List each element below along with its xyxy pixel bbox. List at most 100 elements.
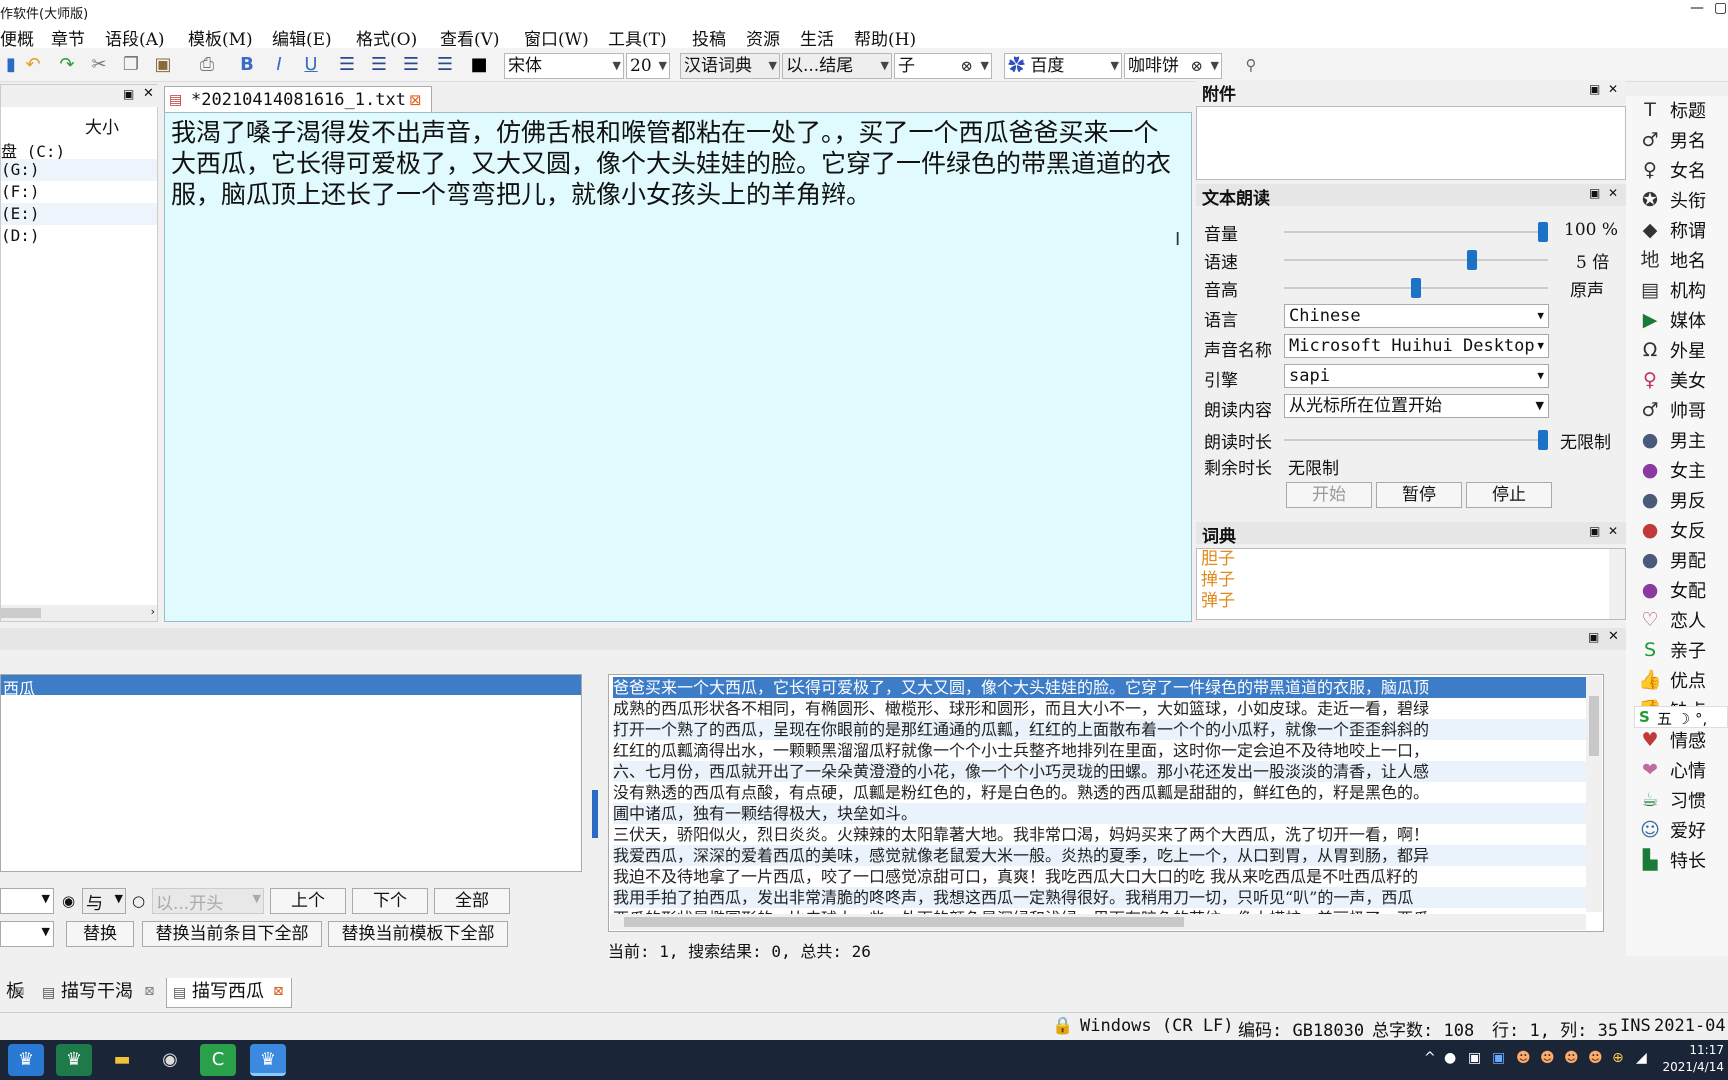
attachments-list[interactable] [1196, 106, 1626, 180]
float-icon[interactable]: ▣ [1589, 524, 1600, 538]
menu-item[interactable]: 格式(O) [356, 25, 417, 50]
tag-item[interactable]: ☕ 习惯 [1638, 786, 1728, 816]
pitch-slider[interactable] [1284, 278, 1548, 298]
tag-item[interactable]: ● 女反 [1638, 516, 1728, 546]
file-explorer-icon[interactable]: ▬ [104, 1044, 140, 1076]
template-tab[interactable]: 板 ⊠ [0, 978, 32, 1008]
slider-thumb[interactable] [1467, 250, 1477, 270]
tray-app-icon[interactable]: ▣ [1468, 1050, 1481, 1066]
editor-content[interactable]: 我渴了嗓子渴得发不出声音，仿佛舌根和喉管都粘在一处了。，买了一个西瓜爸爸买来一个… [171, 117, 1181, 210]
tray-app-icon[interactable]: ▣ [1492, 1050, 1505, 1066]
tag-item[interactable]: ▙ 特长 [1638, 846, 1728, 876]
undo-icon[interactable]: ↶ [22, 54, 44, 76]
chevron-right-icon[interactable]: › [151, 605, 155, 618]
match-mode-select[interactable]: 以...结尾 ▼ [782, 53, 892, 79]
menu-item[interactable]: 便概 [0, 25, 34, 50]
horizontal-scrollbar[interactable]: › [1, 605, 157, 621]
close-tab-icon[interactable]: ⊠ [409, 91, 422, 109]
tag-item[interactable]: ▶ 媒体 [1638, 306, 1728, 336]
preview-line[interactable]: 爸爸买来一个大西瓜，它长得可爱极了，又大又圆，像个大头娃娃的脸。它穿了一件绿色的… [613, 677, 1593, 698]
tag-item[interactable]: ♥ 情感 [1638, 726, 1728, 756]
drive-item[interactable]: (E:) [1, 203, 157, 225]
app-c-icon[interactable]: C [200, 1044, 236, 1076]
print-icon[interactable]: ⎙ [196, 54, 218, 76]
prev-button[interactable]: 上个 [270, 888, 346, 914]
ime-toolbar[interactable]: S 五 ☽ °, [1634, 706, 1728, 728]
scroll-thumb[interactable] [1589, 696, 1599, 756]
tag-item[interactable]: ♀ 美女 [1638, 366, 1728, 396]
volume-slider[interactable] [1284, 222, 1548, 242]
start-button[interactable]: 开始 [1286, 482, 1372, 508]
italic-icon[interactable]: I [268, 54, 290, 76]
drive-item[interactable]: 盘 (C:) [1, 137, 157, 161]
menu-item[interactable]: 章节 [51, 25, 85, 50]
slider-thumb[interactable] [1411, 278, 1421, 298]
slider-thumb[interactable] [1538, 222, 1548, 242]
tag-item[interactable]: ♡ 恋人 [1638, 606, 1728, 636]
menu-item[interactable]: 编辑(E) [272, 25, 332, 50]
maximize-button[interactable]: ▢ [1714, 0, 1727, 16]
next-button[interactable]: 下个 [352, 888, 428, 914]
menu-item[interactable]: 语段(A) [105, 25, 165, 50]
menu-item[interactable]: 查看(V) [440, 25, 500, 50]
replace-item-button[interactable]: 替换当前条目下全部 [142, 921, 322, 947]
preview-line[interactable]: 红红的瓜瓤滴得出水，一颗颗黑溜溜瓜籽就像一个个小士兵整齐地排列在里面，这时你一定… [613, 740, 1593, 761]
minimize-button[interactable]: — [1690, 0, 1704, 16]
search-result-list[interactable]: 西瓜 [0, 674, 582, 872]
close-icon[interactable]: ✕ [1608, 186, 1618, 200]
cut-icon[interactable]: ✂ [88, 54, 110, 76]
engine-select[interactable]: sapi ▼ [1284, 364, 1549, 388]
dictionary-select[interactable]: 汉语词典 ▼ [680, 53, 780, 79]
dictionary-entry[interactable]: 弹子 [1201, 591, 1235, 612]
preview-line[interactable]: 成熟的西瓜形状各不相同，有椭圆形、橄榄形、球形和圆形，而且大小不一，大如篮球，小… [613, 698, 1593, 719]
tray-app-icon[interactable]: ☻ [1588, 1050, 1603, 1066]
close-tab-icon[interactable]: ⊠ [14, 978, 25, 1006]
menu-item[interactable]: 窗口(W) [524, 25, 589, 50]
tag-item[interactable]: Ω 外星 [1638, 336, 1728, 366]
match-mode-select[interactable]: 以...开头 ▼ [152, 888, 264, 914]
tag-item[interactable]: ❤ 心情 [1638, 756, 1728, 786]
close-icon[interactable]: ✕ [1608, 82, 1618, 96]
font-select[interactable]: 宋体 ▼ [504, 53, 624, 79]
close-icon[interactable]: ✕ [1608, 629, 1619, 644]
align-left-icon[interactable]: ☰ [336, 54, 358, 76]
radio-and[interactable]: ◉ [62, 892, 75, 910]
save-icon[interactable]: ▮ [0, 54, 22, 76]
preview-line[interactable]: 六、七月份，西瓜就开出了一朵朵黄澄澄的小花，像一个个小巧灵珑的田螺。那小花还发出… [613, 761, 1593, 782]
scroll-thumb[interactable] [624, 917, 1184, 927]
replace-field-select[interactable]: ▼ [0, 921, 54, 947]
align-center-icon[interactable]: ☰ [368, 54, 390, 76]
tag-item[interactable]: ☺ 爱好 [1638, 816, 1728, 846]
tray-app-icon[interactable]: ⊕ [1612, 1050, 1624, 1066]
replace-template-button[interactable]: 替换当前模板下全部 [328, 921, 508, 947]
drive-item[interactable]: (D:) [1, 225, 157, 247]
app-crown-green-icon[interactable]: ♛ [56, 1044, 92, 1076]
tag-item[interactable]: ● 男配 [1638, 546, 1728, 576]
search-char-input[interactable]: 子 ⊗ ▼ [894, 53, 992, 79]
read-content-select[interactable]: 从光标所在位置开始 ▼ [1284, 394, 1549, 418]
dictionary-entry[interactable]: 胆子 [1201, 549, 1235, 570]
preview-line[interactable]: 没有熟透的西瓜有点酸，有点硬，瓜瓤是粉红色的，籽是白色的。熟透的西瓜瓤是甜甜的，… [613, 782, 1593, 803]
close-tab-icon[interactable]: ⊠ [273, 978, 284, 1006]
color-swatch-icon[interactable]: ■ [468, 54, 490, 76]
underline-icon[interactable]: U [300, 54, 322, 76]
music-player-icon[interactable]: ◉ [152, 1044, 188, 1076]
tag-item[interactable]: ● 男反 [1638, 486, 1728, 516]
tag-item[interactable]: 地地名 [1638, 246, 1728, 276]
search-icon[interactable]: ⚲ [1240, 54, 1262, 76]
app-crown-active-icon[interactable]: ♛ [250, 1044, 286, 1076]
float-icon[interactable]: ▣ [1588, 630, 1599, 644]
close-icon[interactable]: ✕ [143, 86, 154, 101]
tag-item[interactable]: ♂ 帅哥 [1638, 396, 1728, 426]
dictionary-list[interactable]: 胆子 掸子 弹子 · [1196, 548, 1626, 620]
clear-icon[interactable]: ⊗ [1190, 54, 1203, 78]
redo-icon[interactable]: ↷ [56, 54, 78, 76]
splitter-handle[interactable] [592, 790, 598, 838]
menu-item[interactable]: 生活 [800, 25, 834, 50]
float-icon[interactable]: ▣ [1589, 186, 1600, 200]
preview-line[interactable]: 我迫不及待地拿了一片西瓜，咬了一口感觉凉甜可口，真爽！我吃西瓜大口大口的吃 我从… [613, 866, 1593, 887]
drive-item[interactable]: (F:) [1, 181, 157, 203]
menu-item[interactable]: 帮助(H) [854, 25, 916, 50]
tag-item[interactable]: ✪ 头衔 [1638, 186, 1728, 216]
tag-item[interactable]: ● 男主 [1638, 426, 1728, 456]
